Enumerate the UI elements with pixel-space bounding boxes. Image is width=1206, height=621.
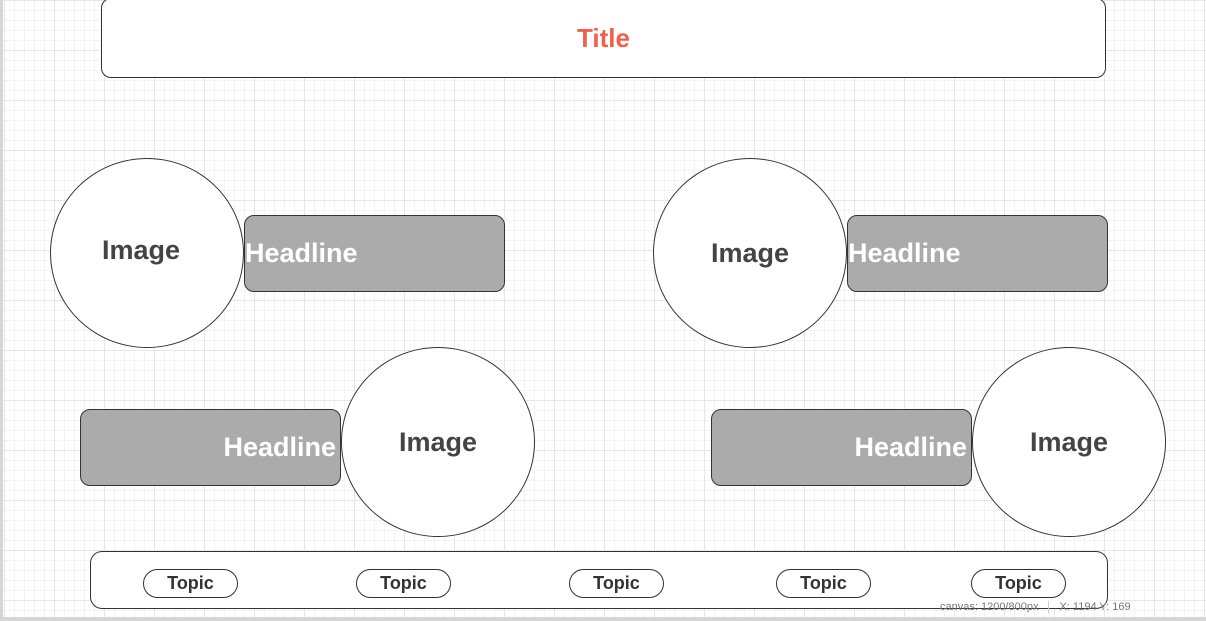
topic-label: Topic (800, 573, 847, 593)
topic-pill-4[interactable]: Topic (776, 569, 871, 598)
headline-box-2[interactable]: Headline (847, 215, 1108, 292)
topic-label: Topic (167, 573, 214, 593)
topic-pill-2[interactable]: Topic (356, 569, 451, 598)
topic-label: Topic (593, 573, 640, 593)
image-placeholder-3[interactable]: Image (341, 347, 535, 537)
headline-box-4[interactable]: Headline (711, 409, 972, 486)
image-label: Image (1029, 426, 1109, 457)
image-placeholder-2[interactable]: Image (653, 158, 847, 348)
headline-label: Headline (854, 432, 967, 462)
headline-box-3[interactable]: Headline (80, 409, 341, 486)
headline-box-1[interactable]: Headline (244, 215, 505, 292)
title-text: Title (577, 22, 630, 53)
cursor-coords-readout: X: 1194 Y: 169 (1059, 601, 1131, 613)
image-label: Image (101, 235, 181, 265)
status-divider (1048, 601, 1050, 613)
canvas-bottom-edge (0, 617, 1206, 621)
image-placeholder-4[interactable]: Image (972, 347, 1166, 537)
image-label: Image (398, 426, 478, 457)
image-label: Image (710, 237, 790, 268)
canvas-size-readout: canvas: 1200/800px (940, 601, 1039, 613)
canvas-left-edge (0, 0, 3, 621)
title-box[interactable]: Title (101, 0, 1106, 78)
topic-label: Topic (380, 573, 427, 593)
status-bar: canvas: 1200/800px X: 1194 Y: 169 (940, 598, 1200, 616)
headline-label: Headline (245, 238, 358, 268)
image-placeholder-1[interactable]: Image (50, 158, 244, 348)
headline-label: Headline (223, 432, 336, 462)
topic-pill-3[interactable]: Topic (569, 569, 664, 598)
topic-pill-1[interactable]: Topic (143, 569, 238, 598)
topic-label: Topic (995, 573, 1042, 593)
headline-label: Headline (848, 238, 961, 268)
topic-pill-5[interactable]: Topic (971, 569, 1066, 598)
